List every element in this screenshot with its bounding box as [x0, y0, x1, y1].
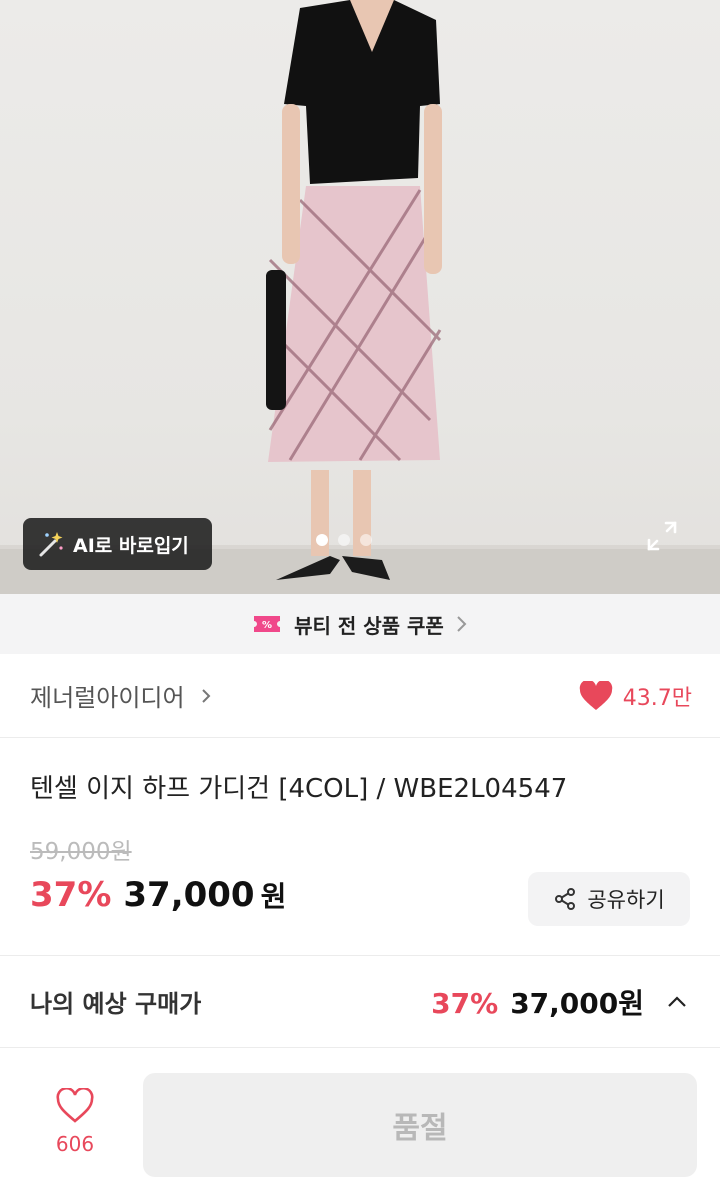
wishlist-count: 606: [55, 1132, 95, 1156]
carousel-dot[interactable]: [360, 534, 372, 546]
svg-text:%: %: [262, 620, 272, 631]
heart-filled-icon: [579, 680, 613, 710]
expected-price-toggle[interactable]: 나의 예상 구매가 37% 37,000원: [0, 956, 720, 1048]
carousel-indicator: [316, 534, 372, 546]
magic-wand-icon: [39, 532, 63, 557]
expected-price-label: 나의 예상 구매가: [30, 990, 202, 1018]
chevron-right-icon: [457, 616, 467, 632]
ai-try-on-button[interactable]: AI로 바로입기: [23, 518, 212, 570]
product-image-carousel[interactable]: AI로 바로입기: [0, 0, 720, 594]
share-icon: [555, 888, 576, 910]
soldout-button[interactable]: 품절: [143, 1073, 697, 1177]
coupon-label: 뷰티 전 상품 쿠폰: [294, 613, 444, 638]
expand-icon[interactable]: [646, 520, 678, 552]
chevron-right-icon: [201, 688, 210, 703]
coupon-banner[interactable]: % 뷰티 전 상품 쿠폰: [0, 594, 720, 654]
carousel-dot[interactable]: [316, 534, 328, 546]
wishlist-button[interactable]: 606: [30, 1088, 120, 1168]
soldout-label: 품절: [392, 1111, 448, 1146]
product-photo: [0, 0, 720, 594]
brand-like-count: 43.7만: [622, 685, 692, 711]
share-button[interactable]: 공유하기: [528, 872, 690, 926]
carousel-dot[interactable]: [338, 534, 350, 546]
expected-discount: 37%: [431, 986, 499, 1020]
chevron-up-icon: [668, 995, 686, 1007]
coupon-icon: %: [254, 616, 281, 632]
heart-outline-icon: [56, 1088, 94, 1123]
ai-try-on-label: AI로 바로입기: [73, 534, 189, 557]
expected-price-value: 37% 37,000원: [431, 982, 688, 1022]
discount-rate: 37%: [30, 875, 112, 915]
brand-like-button[interactable]: 43.7만: [579, 680, 692, 712]
product-title: 텐셀 이지 하프 가디건 [4COL] / WBE2L04547: [30, 774, 568, 804]
sale-price: 37,000: [123, 875, 255, 915]
brand-name: 제너럴아이디어: [30, 684, 185, 712]
original-price: 59,000원: [30, 839, 132, 865]
brand-link[interactable]: 제너럴아이디어: [30, 678, 211, 713]
price-row: 37% 37,000 원: [30, 875, 286, 915]
brand-row: 제너럴아이디어 43.7만: [0, 654, 720, 738]
currency-label: 원: [260, 880, 287, 913]
share-label: 공유하기: [587, 888, 665, 912]
expected-amount: 37,000원: [510, 986, 644, 1020]
